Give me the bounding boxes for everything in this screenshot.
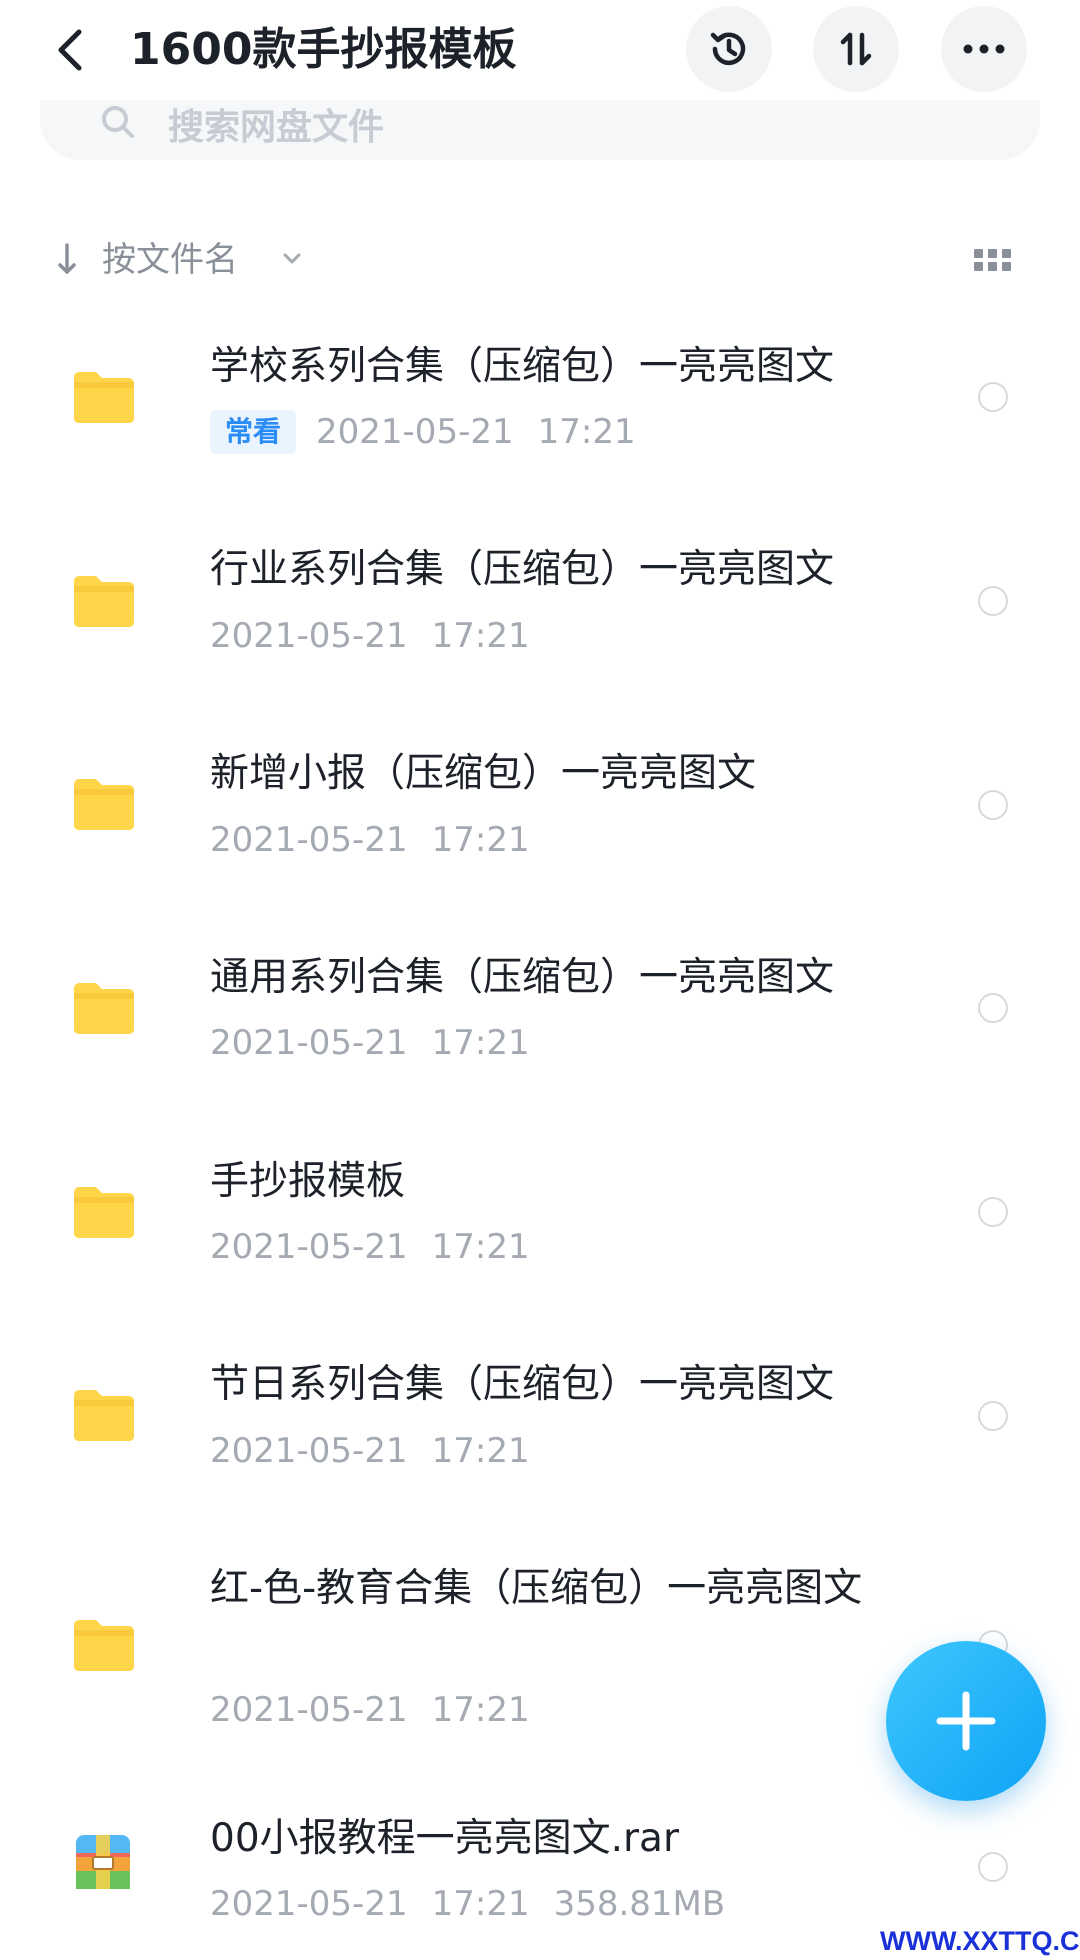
file-meta: 2021-05-21 17:21 (210, 612, 530, 660)
file-meta: 2021-05-21 17:21 358.81MB (210, 1880, 725, 1928)
file-date: 2021-05-21 (210, 1431, 408, 1471)
file-time: 17:21 (431, 616, 530, 656)
more-button[interactable] (941, 6, 1027, 92)
file-time: 17:21 (537, 412, 636, 452)
file-name: 手抄报模板 (210, 1159, 406, 1204)
select-radio[interactable] (978, 993, 1008, 1023)
transfer-arrows-icon (840, 32, 872, 66)
chevron-left-icon (58, 29, 82, 71)
file-date: 2021-05-21 (316, 412, 514, 452)
folder-icon (74, 983, 134, 1034)
folder-icon (74, 576, 134, 627)
file-time: 17:21 (431, 1884, 530, 1924)
search-placeholder: 搜索网盘文件 (168, 107, 385, 148)
file-meta: 2021-05-21 17:21 (210, 1223, 530, 1271)
folder-icon (74, 1390, 134, 1441)
frequently-viewed-badge: 常看 (210, 410, 297, 454)
select-radio[interactable] (978, 1852, 1008, 1882)
file-date: 2021-05-21 (210, 1023, 408, 1063)
top-bar: 1600款手抄报模板 (0, 0, 1080, 100)
file-date: 2021-05-21 (210, 820, 408, 860)
more-dots-icon (963, 44, 1005, 54)
file-name: 新增小报（压缩包）一亮亮图文 (210, 751, 757, 796)
transfer-button[interactable] (813, 6, 899, 92)
file-meta: 2021-05-21 17:21 (210, 816, 530, 864)
page-title: 1600款手抄报模板 (130, 24, 517, 75)
file-name: 红-色-教育合集（压缩包）一亮亮图文 (210, 1566, 863, 1611)
file-name: 00小报教程一亮亮图文.rar (210, 1816, 679, 1861)
file-time: 17:21 (431, 1023, 530, 1063)
file-name: 通用系列合集（压缩包）一亮亮图文 (210, 955, 835, 1000)
select-radio[interactable] (978, 586, 1008, 616)
file-time: 17:21 (431, 1227, 530, 1267)
file-time: 17:21 (431, 1431, 530, 1471)
file-name: 节日系列合集（压缩包）一亮亮图文 (210, 1362, 835, 1407)
file-time: 17:21 (431, 820, 530, 860)
add-button[interactable] (886, 1641, 1046, 1801)
file-name: 学校系列合集（压缩包）一亮亮图文 (210, 344, 835, 389)
back-button[interactable] (44, 18, 96, 82)
search-icon (102, 106, 134, 138)
select-radio[interactable] (978, 1197, 1008, 1227)
file-date: 2021-05-21 (210, 1884, 408, 1924)
file-date: 2021-05-21 (210, 1227, 408, 1267)
select-radio[interactable] (978, 1401, 1008, 1431)
file-meta: 常看 2021-05-21 17:21 (210, 408, 636, 456)
file-meta: 2021-05-21 17:21 (210, 1427, 530, 1475)
plus-icon (936, 1691, 996, 1751)
folder-icon (74, 779, 134, 830)
file-date: 2021-05-21 (210, 616, 408, 656)
file-time: 17:21 (431, 1690, 530, 1730)
file-date: 2021-05-21 (210, 1690, 408, 1730)
select-radio[interactable] (978, 382, 1008, 412)
folder-icon (74, 1187, 134, 1238)
folder-icon (74, 1620, 134, 1671)
file-name: 行业系列合集（压缩包）一亮亮图文 (210, 547, 835, 592)
history-button[interactable] (686, 6, 772, 92)
history-icon (710, 32, 746, 66)
file-meta: 2021-05-21 17:21 (210, 1019, 530, 1067)
archive-icon (76, 1835, 130, 1889)
watermark: WWW.XXTTQ.COM (880, 1926, 1080, 1956)
folder-icon (74, 372, 134, 423)
file-meta: 2021-05-21 17:21 (210, 1686, 530, 1734)
select-radio[interactable] (978, 790, 1008, 820)
file-size: 358.81MB (553, 1884, 726, 1924)
